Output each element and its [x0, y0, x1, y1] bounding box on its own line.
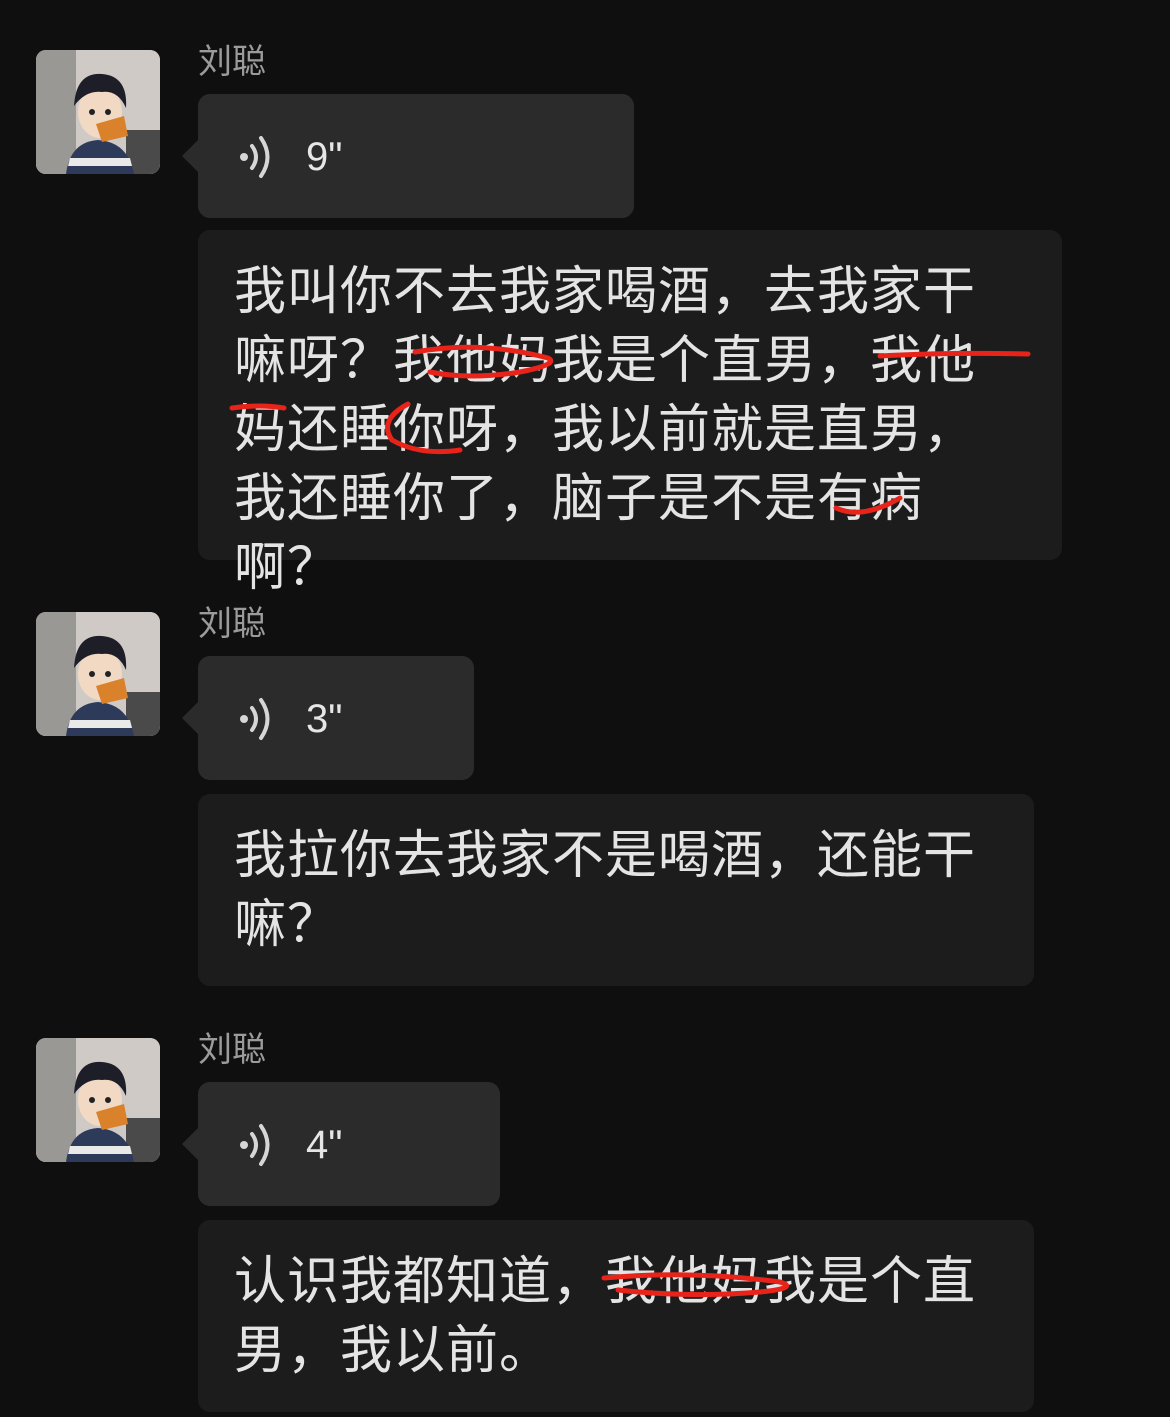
- avatar[interactable]: [36, 1038, 160, 1162]
- voice-message-bubble[interactable]: 3": [182, 656, 474, 780]
- voice-wave-icon: [240, 1124, 270, 1166]
- voice-duration: 9": [306, 135, 343, 179]
- sender-name: 刘聪: [198, 1030, 266, 1070]
- avatar[interactable]: [36, 612, 160, 736]
- anime-boy-avatar-icon: [36, 1038, 160, 1162]
- voice-message-bubble[interactable]: 4": [182, 1082, 500, 1206]
- voice-duration: 3": [306, 697, 343, 741]
- anime-boy-avatar-icon: [36, 50, 160, 174]
- transcript-text: 我叫你不去我家喝酒，去我家干嘛呀？我他妈我是个直男，我他妈还睡你呀，我以前就是直…: [234, 262, 977, 598]
- voice-wave-icon: [240, 136, 270, 178]
- sender-name: 刘聪: [198, 42, 266, 82]
- anime-boy-avatar-icon: [36, 612, 160, 736]
- voice-message-bubble[interactable]: 9": [182, 94, 634, 218]
- voice-wave-icon: [240, 698, 270, 740]
- transcript-text: 认识我都知道，我他妈我是个直男，我以前。: [234, 1252, 977, 1381]
- voice-transcript-bubble: 我拉你去我家不是喝酒，还能干嘛？: [198, 794, 1034, 986]
- sender-name: 刘聪: [198, 604, 266, 644]
- voice-transcript-bubble: 我叫你不去我家喝酒，去我家干嘛呀？我他妈我是个直男，我他妈还睡你呀，我以前就是直…: [198, 230, 1062, 598]
- avatar[interactable]: [36, 50, 160, 174]
- transcript-text: 我拉你去我家不是喝酒，还能干嘛？: [234, 826, 977, 955]
- voice-transcript-bubble: 认识我都知道，我他妈我是个直男，我以前。: [198, 1220, 1034, 1412]
- voice-duration: 4": [306, 1123, 343, 1167]
